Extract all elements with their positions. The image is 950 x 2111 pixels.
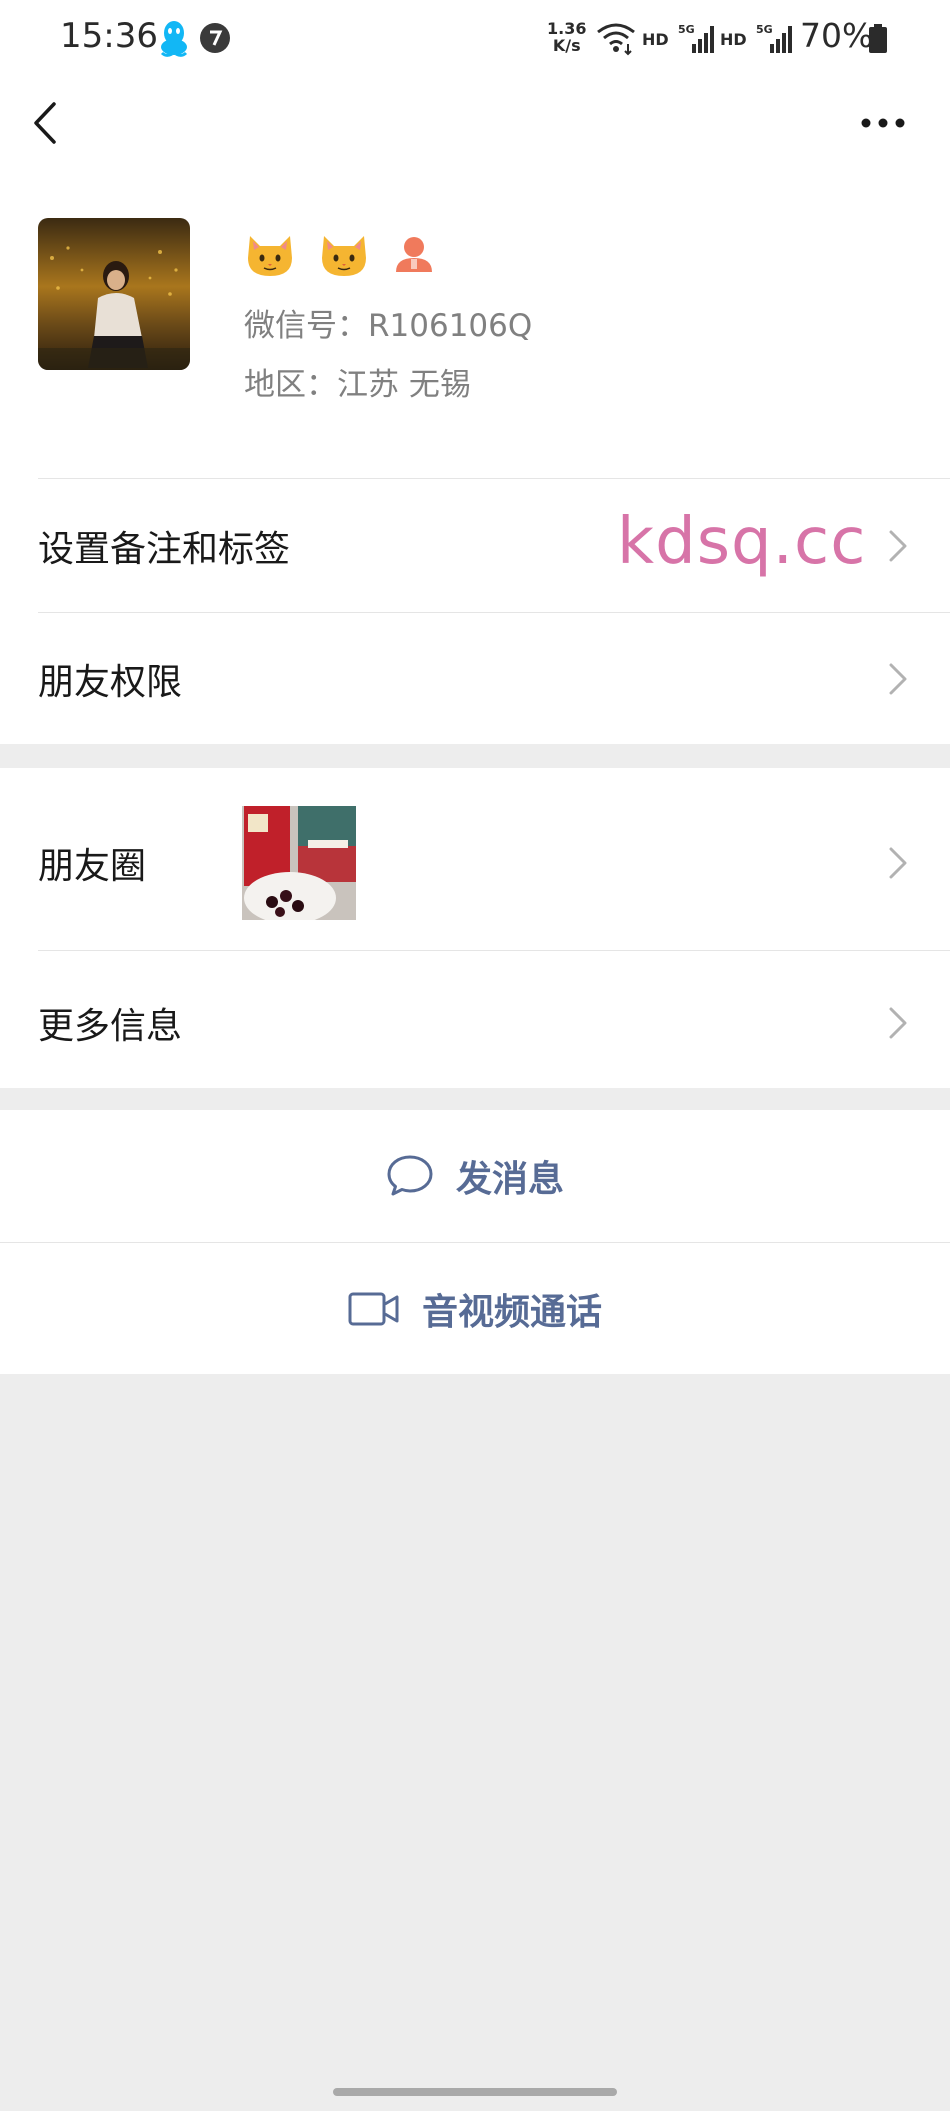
status-time: 15:36 [60, 16, 158, 56]
app-icon [200, 23, 230, 53]
signal-icon: 5G [678, 23, 714, 53]
video-camera-icon [348, 1292, 399, 1326]
chevron-right-icon [889, 663, 907, 695]
moments-label: 朋友圈 [38, 846, 147, 887]
net-speed: 1.36 K/s [547, 19, 587, 55]
battery-icon [869, 24, 887, 53]
moments-row[interactable]: 朋友圈 [0, 796, 950, 930]
send-message-button[interactable]: 发消息 [0, 1110, 950, 1242]
set-remark-tags-label: 设置备注和标签 [38, 529, 291, 570]
status-bar: 15:36 1.36 K/s HD 5G HD 5G 70% [0, 0, 950, 76]
watermark-text: kdsq.cc [617, 505, 867, 579]
wechat-id: 微信号：R106106Q [244, 308, 533, 344]
chevron-right-icon [889, 1007, 907, 1039]
qq-icon [160, 21, 188, 57]
more-info-label: 更多信息 [38, 1006, 183, 1047]
battery-percent: 70% [800, 16, 874, 55]
back-icon[interactable] [30, 100, 62, 146]
friend-permissions-label: 朋友权限 [38, 662, 183, 703]
divider [38, 478, 950, 479]
cat-face-icon [248, 236, 292, 276]
chevron-right-icon [889, 530, 907, 562]
region: 地区：江苏 无锡 [244, 367, 471, 403]
chevron-right-icon [889, 847, 907, 879]
divider [38, 950, 950, 951]
chat-bubble-icon [387, 1155, 433, 1196]
home-indicator[interactable] [333, 2088, 617, 2096]
svg-text:5G: 5G [678, 23, 695, 36]
signal-icon: 5G [756, 23, 792, 53]
video-call-button[interactable]: 音视频通话 [0, 1243, 950, 1375]
person-icon [396, 237, 432, 272]
friend-permissions-row[interactable]: 朋友权限 [0, 613, 950, 745]
hd-label-1: HD [642, 30, 669, 49]
svg-text:5G: 5G [756, 23, 773, 36]
hd-label-2: HD [720, 30, 747, 49]
send-message-label: 发消息 [455, 1159, 564, 1200]
video-call-label: 音视频通话 [421, 1292, 602, 1333]
cat-face-icon [322, 236, 366, 276]
moments-thumbnail[interactable] [242, 806, 356, 920]
wifi-icon [597, 23, 635, 56]
profile-emoji-row [244, 226, 436, 282]
more-icon[interactable] [860, 112, 906, 134]
more-info-row[interactable]: 更多信息 [0, 958, 950, 1088]
avatar[interactable] [38, 218, 190, 370]
